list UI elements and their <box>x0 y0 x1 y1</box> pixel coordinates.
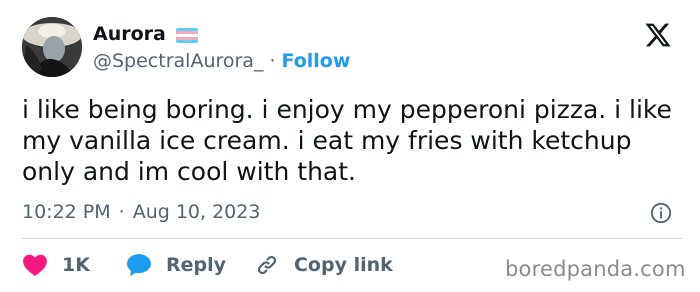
copy-link-button[interactable]: Copy link <box>254 252 393 278</box>
link-icon <box>257 255 277 275</box>
heart-icon <box>23 254 47 277</box>
tweet-date: Aug 10, 2023 <box>132 201 261 223</box>
author-handle-row: @SpectralAurora_ · Follow <box>93 49 350 73</box>
divider <box>22 238 682 239</box>
info-icon[interactable] <box>650 202 672 224</box>
timestamp[interactable]: 10:22 PM · Aug 10, 2023 <box>22 200 260 224</box>
copy-link-label: Copy link <box>293 254 393 276</box>
author-handle[interactable]: @SpectralAurora_ <box>93 49 263 73</box>
tweet-time: 10:22 PM <box>22 201 111 223</box>
avatar-image <box>22 17 82 77</box>
timestamp-separator: · <box>118 201 125 223</box>
action-bar: 1K Reply Copy link <box>22 252 393 278</box>
reply-button[interactable]: Reply <box>126 252 226 278</box>
tweet-text: i like being boring. i enjoy my pepperon… <box>22 95 672 186</box>
avatar[interactable] <box>22 17 82 77</box>
x-logo-icon[interactable] <box>643 21 673 49</box>
like-button[interactable]: 1K <box>22 252 90 278</box>
flag-emoji <box>175 27 198 43</box>
speech-bubble-icon <box>127 254 151 276</box>
author-name-row: Aurora <box>93 22 198 46</box>
follow-button[interactable]: Follow <box>282 49 351 73</box>
separator-dot: · <box>269 50 276 72</box>
display-name[interactable]: Aurora <box>93 22 166 46</box>
like-count: 1K <box>62 254 90 276</box>
reply-label: Reply <box>165 254 226 276</box>
watermark: boredpanda.com <box>505 257 686 281</box>
